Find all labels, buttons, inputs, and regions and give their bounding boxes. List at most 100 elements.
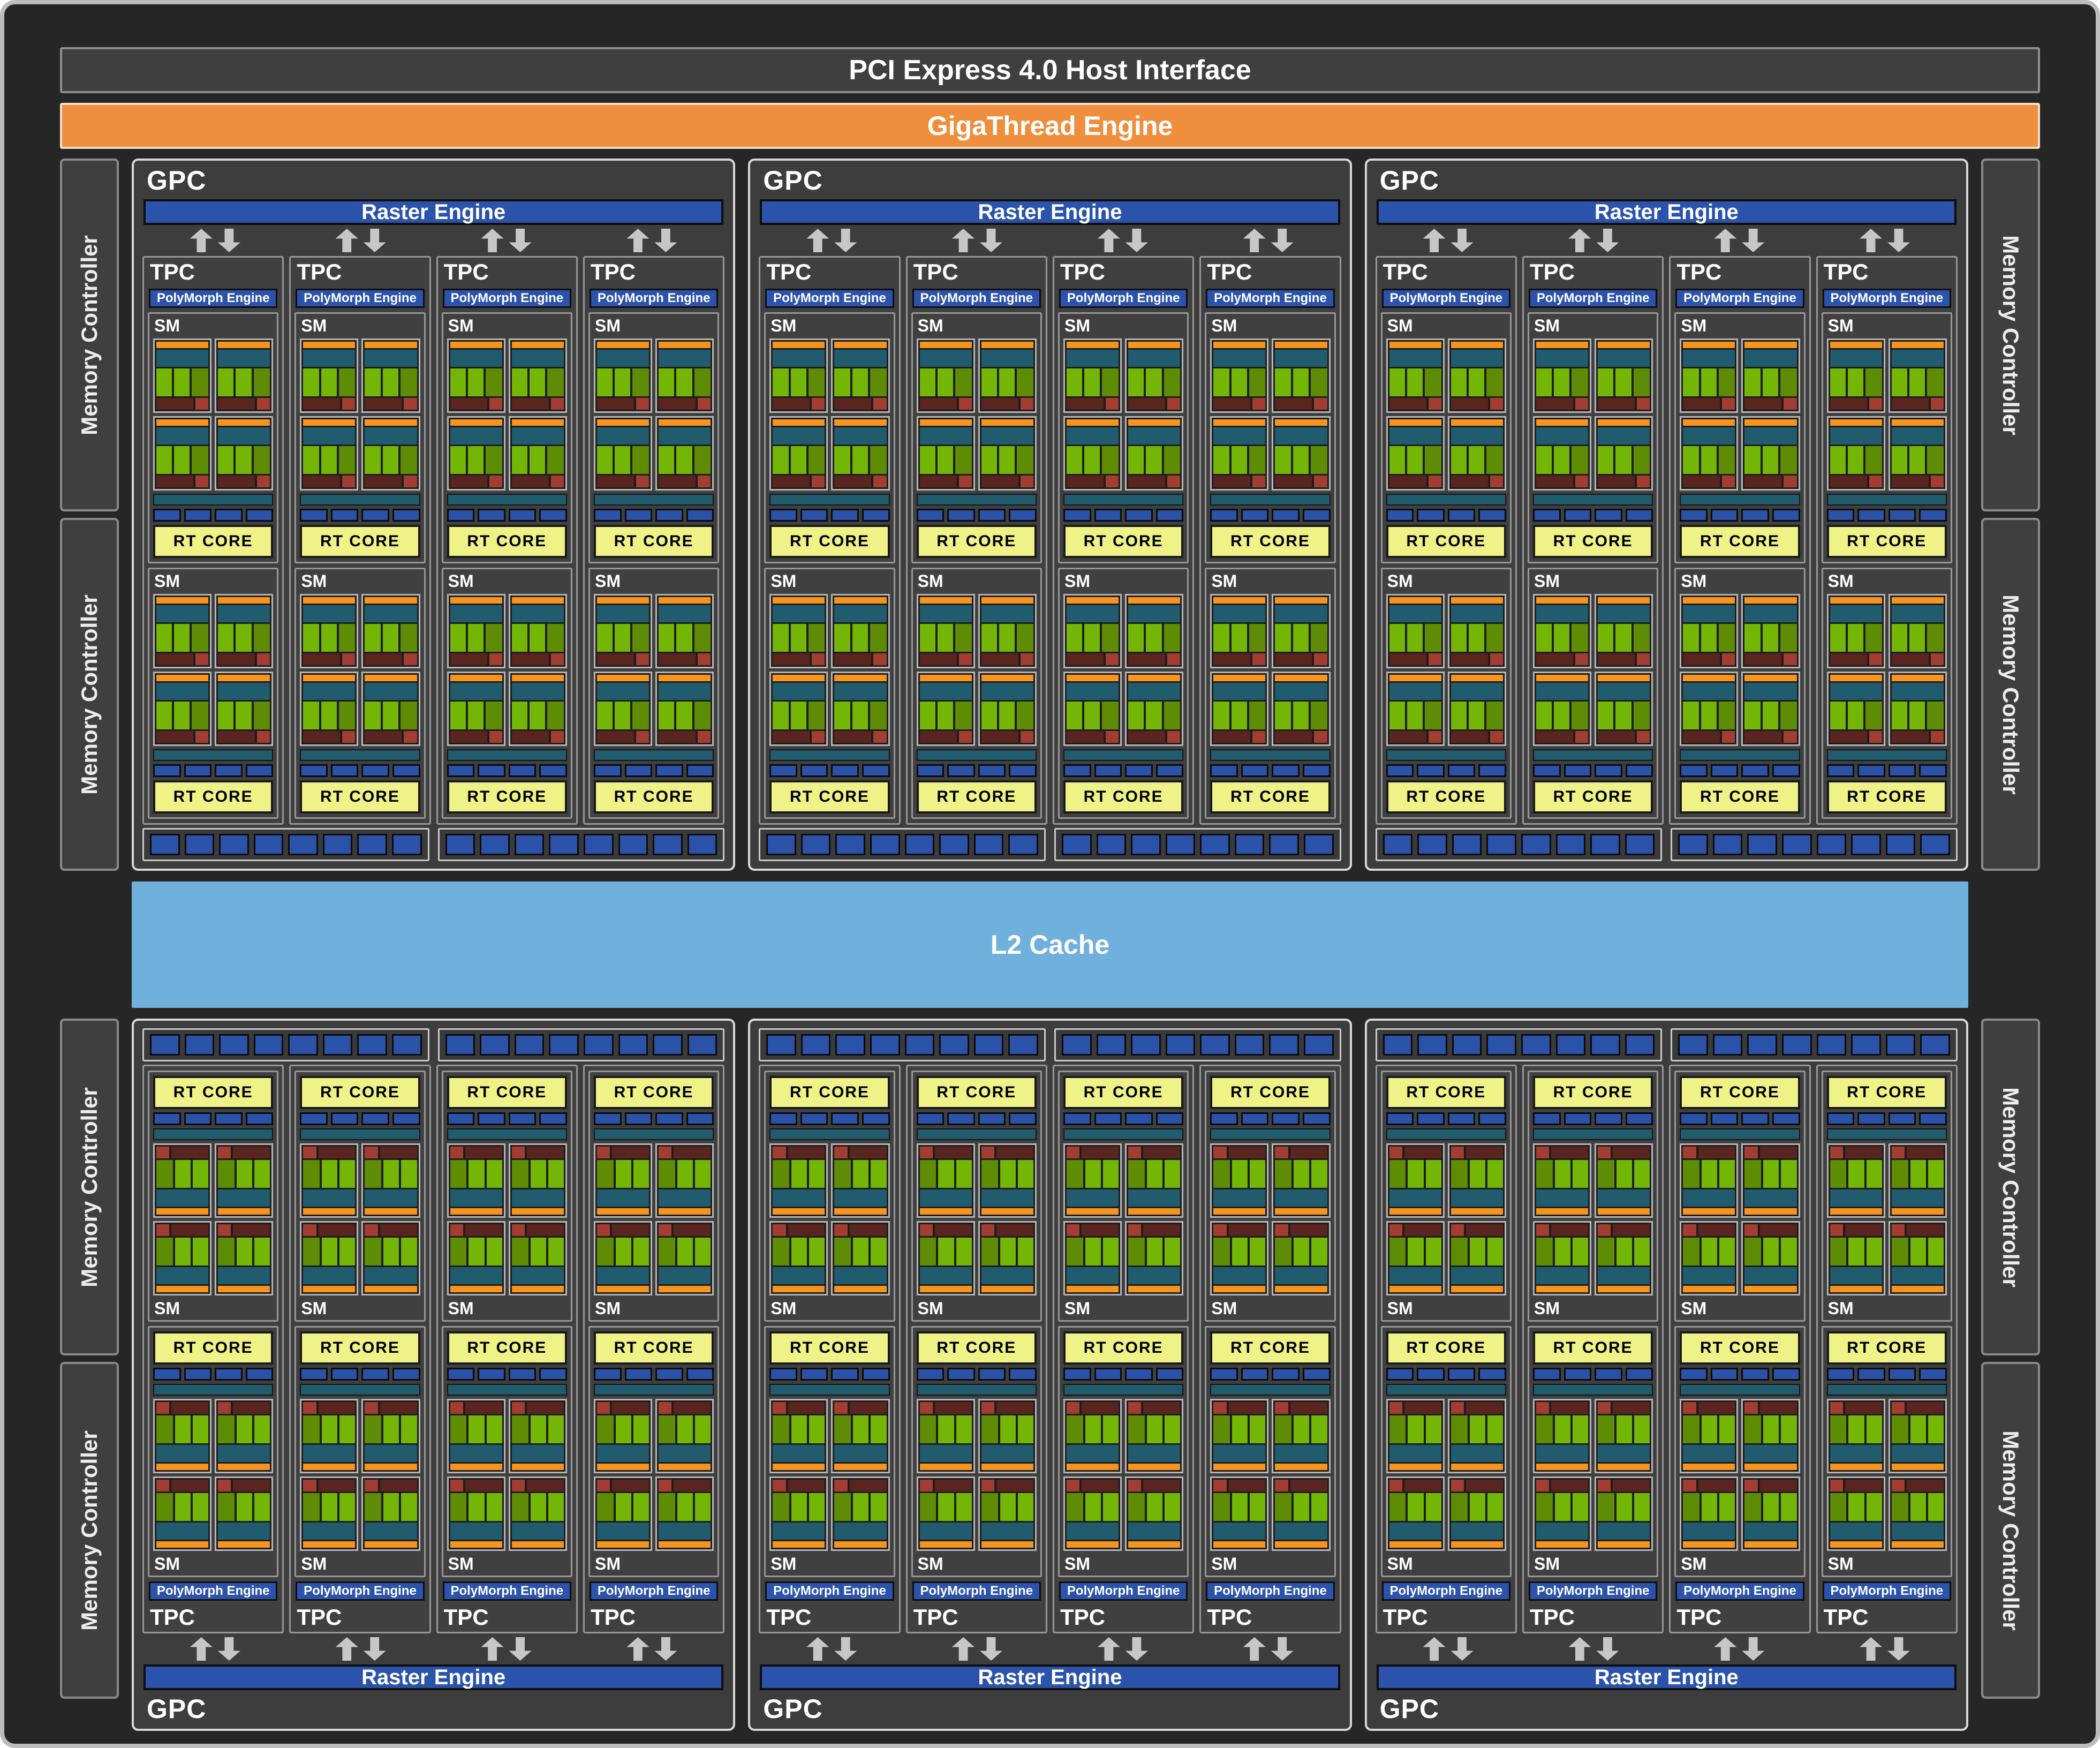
core-column-bright — [254, 1160, 270, 1188]
processing-block-bottom-row — [981, 1224, 1033, 1236]
processing-block-orange-bar — [1389, 1464, 1441, 1470]
core-column-bright — [1407, 368, 1423, 396]
tex-unit-block — [1889, 1368, 1916, 1381]
rt-core-block: RT CORE — [447, 1076, 567, 1109]
processing-block-maroon-bar — [303, 731, 340, 743]
rop-unit-square — [1920, 834, 1950, 855]
processing-block-orange-bar — [1389, 419, 1441, 426]
pci-express-host-interface-box: PCI Express 4.0 Host Interface — [60, 47, 2040, 93]
processing-block-orange-bar — [303, 1286, 355, 1292]
core-column-group — [1536, 446, 1588, 474]
processing-block-bottom-row — [659, 476, 711, 487]
core-column-dark — [1634, 446, 1650, 474]
tex-unit-block — [1533, 509, 1561, 522]
rop-unit-square — [1747, 834, 1777, 855]
sm-box: SMRT CORE — [294, 568, 425, 819]
core-column-group — [450, 1493, 502, 1521]
processing-block-maroon-bar — [527, 1480, 564, 1491]
core-column-bright — [1408, 1160, 1423, 1188]
processing-block-teal-bar — [920, 427, 972, 444]
core-column-group — [1213, 1493, 1265, 1521]
tex-unit-block — [539, 1112, 567, 1125]
sm-label: SM — [300, 1554, 420, 1573]
core-column-group — [365, 1415, 417, 1443]
sm-processing-block — [917, 416, 975, 491]
tex-unit-row — [300, 764, 420, 777]
arrow-pair — [288, 228, 434, 253]
sm-box: RT CORESM — [911, 1326, 1042, 1577]
processing-block-bottom-row — [597, 398, 649, 410]
processing-block-bottom-row — [1389, 398, 1441, 410]
processing-block-orange-bar — [834, 675, 886, 681]
processing-block-bottom-row — [1275, 1147, 1327, 1158]
tpc-label: TPC — [442, 260, 572, 284]
core-column-bright — [1275, 446, 1290, 474]
sm-cache-bar — [447, 1128, 567, 1140]
sm-box: RT CORESM — [1822, 1071, 1952, 1322]
rt-core-block: RT CORE — [300, 525, 420, 558]
core-column-bright — [1554, 368, 1569, 396]
core-column-bright — [633, 1493, 649, 1521]
core-column-dark — [981, 1160, 998, 1188]
core-column-bright — [1294, 1238, 1309, 1265]
sm-box: SMRT CORE — [1381, 312, 1512, 563]
core-column-group — [1598, 1238, 1650, 1265]
core-column-bright — [1408, 1493, 1423, 1521]
rop-unit-square — [1452, 834, 1482, 855]
core-column-bright — [1146, 368, 1161, 396]
core-column-bright — [383, 368, 398, 396]
tex-unit-row — [1827, 1112, 1947, 1125]
arrow-pair — [434, 1637, 579, 1661]
processing-block-orange-bar — [659, 1541, 711, 1548]
processing-block-red-unit — [1784, 476, 1796, 487]
processing-block-bottom-row — [1744, 398, 1796, 410]
core-column-group — [450, 446, 502, 474]
core-column-dark — [694, 702, 711, 729]
processing-block-bottom-row — [365, 1224, 417, 1236]
core-column-group — [1128, 1238, 1180, 1265]
processing-block-bottom-row — [156, 1224, 208, 1236]
sm-processing-grid — [917, 338, 1037, 491]
tex-unit-row — [1386, 1112, 1506, 1125]
core-column-group — [1451, 624, 1503, 652]
core-column-dark — [1830, 1415, 1847, 1443]
processing-block-bottom-row — [1451, 1402, 1503, 1414]
tex-unit-block — [184, 764, 212, 777]
core-column-dark — [773, 1160, 789, 1188]
processing-block-orange-bar — [1128, 675, 1180, 681]
core-column-bright — [834, 446, 850, 474]
core-column-bright — [1555, 1415, 1570, 1443]
core-column-bright — [1389, 368, 1405, 396]
tex-unit-block — [1241, 1112, 1269, 1125]
core-column-group — [1892, 624, 1944, 652]
processing-block-bottom-row — [1275, 731, 1327, 743]
core-column-bright — [938, 1238, 954, 1265]
core-column-bright — [981, 624, 997, 652]
sm-processing-block — [300, 338, 358, 413]
sm-processing-block — [1741, 338, 1800, 413]
processing-block-bottom-row — [1744, 731, 1796, 743]
processing-block-orange-bar — [365, 1286, 417, 1292]
core-column-group — [1128, 624, 1180, 652]
processing-block-bottom-row — [1128, 653, 1180, 665]
core-column-dark — [694, 368, 711, 396]
sm-cache-bar — [1680, 494, 1800, 506]
sm-processing-block — [831, 1476, 889, 1551]
arrow-pair — [904, 1637, 1050, 1661]
processing-block-maroon-bar — [527, 1224, 564, 1236]
core-column-bright — [1909, 368, 1925, 396]
core-column-bright — [512, 368, 527, 396]
processing-block-maroon-bar — [365, 653, 402, 665]
core-column-bright — [616, 1415, 631, 1443]
core-column-bright — [597, 446, 613, 474]
tex-unit-block — [392, 509, 420, 522]
core-column-dark — [1536, 1238, 1553, 1265]
processing-block-teal-bar — [218, 1189, 270, 1207]
sm-cache-bar — [769, 494, 889, 506]
sm-processing-block — [300, 672, 358, 746]
processing-block-orange-bar — [1536, 342, 1588, 348]
processing-block-red-unit — [1021, 398, 1033, 410]
core-column-group — [1598, 368, 1650, 396]
processing-block-maroon-bar — [996, 1224, 1033, 1236]
processing-block-bottom-row — [218, 653, 270, 665]
